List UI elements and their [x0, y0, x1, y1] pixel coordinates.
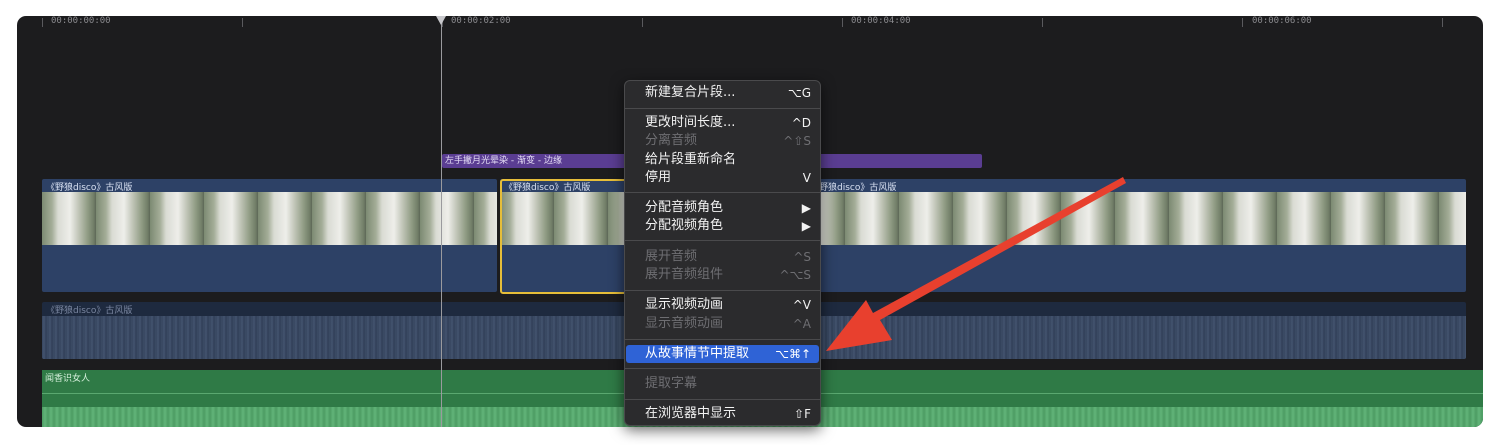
menu-item-label: 停用 — [645, 170, 672, 185]
menu-item-disable[interactable]: 停用 V — [625, 169, 820, 187]
timecode-label: 00:00:02:00 — [451, 16, 511, 26]
menu-item-label: 提取字幕 — [645, 376, 698, 391]
menu-item-shortcut: V — [802, 171, 811, 185]
ruler-tick — [242, 18, 243, 27]
menu-item-extract-captions: 提取字幕 — [625, 375, 820, 393]
menu-item-new-compound-clip[interactable]: 新建复合片段... ⌥G — [625, 84, 820, 102]
timecode-label: 00:00:06:00 — [1252, 16, 1312, 26]
menu-item-label: 展开音频 — [645, 249, 698, 264]
menu-item-label: 展开音频组件 — [645, 267, 724, 282]
timeline-ruler[interactable]: 00:00:00:00 00:00:02:00 00:00:04:00 00:0… — [17, 16, 1483, 30]
ruler-tick — [42, 18, 43, 27]
timecode-label: 00:00:00:00 — [51, 16, 111, 26]
menu-item-reveal-in-browser[interactable]: 在浏览器中显示 ⇧F — [625, 405, 820, 423]
menu-separator — [625, 368, 820, 369]
menu-item-shortcut: ^A — [792, 317, 811, 331]
menu-separator — [625, 108, 820, 109]
menu-item-shortcut: ⌥⌘↑ — [775, 347, 811, 361]
context-menu: 新建复合片段... ⌥G 更改时间长度... ^D 分离音频 ^⇧S 给片段重新… — [624, 80, 821, 426]
menu-item-detach-audio: 分离音频 ^⇧S — [625, 132, 820, 150]
menu-item-label: 分配音频角色 — [645, 200, 724, 215]
menu-item-label: 给片段重新命名 — [645, 152, 737, 167]
menu-item-expand-audio-components: 展开音频组件 ^⌥S — [625, 266, 820, 284]
menu-separator — [625, 192, 820, 193]
menu-item-label: 从故事情节中提取 — [645, 346, 750, 361]
menu-item-label: 分离音频 — [645, 133, 698, 148]
menu-item-expand-audio: 展开音频 ^S — [625, 248, 820, 266]
timecode-label: 00:00:04:00 — [851, 16, 911, 26]
menu-item-shortcut: ^S — [793, 250, 811, 264]
menu-item-shortcut: ^V — [792, 298, 811, 312]
menu-item-label: 显示视频动画 — [645, 297, 724, 312]
ruler-tick — [1042, 18, 1043, 27]
menu-item-show-video-animation[interactable]: 显示视频动画 ^V — [625, 296, 820, 314]
playhead[interactable] — [441, 16, 442, 427]
audio-clip-label: 《野狼disco》古风版 — [46, 306, 133, 316]
menu-item-shortcut: ^⌥S — [779, 268, 812, 282]
music-clip-label: 闻香识女人 — [45, 374, 91, 384]
ruler-tick — [642, 18, 643, 27]
menu-item-assign-audio-role[interactable]: 分配音频角色 ▶ — [625, 199, 820, 217]
menu-item-show-audio-animation: 显示音频动画 ^A — [625, 315, 820, 333]
menu-item-label: 分配视频角色 — [645, 218, 724, 233]
menu-separator — [625, 240, 820, 241]
video-thumbnails — [42, 192, 497, 245]
menu-item-shortcut: ^D — [791, 116, 811, 130]
clip-selection-outline — [500, 179, 630, 294]
menu-item-shortcut: ⇧F — [794, 407, 811, 421]
submenu-arrow-icon: ▶ — [801, 219, 811, 233]
menu-item-label: 新建复合片段... — [645, 85, 736, 100]
menu-item-change-duration[interactable]: 更改时间长度... ^D — [625, 114, 820, 132]
ruler-tick — [1242, 18, 1243, 27]
menu-separator — [625, 339, 820, 340]
submenu-arrow-icon: ▶ — [801, 201, 811, 215]
menu-item-label: 显示音频动画 — [645, 316, 724, 331]
menu-item-rename-clip[interactable]: 给片段重新命名 — [625, 151, 820, 169]
menu-separator — [625, 290, 820, 291]
menu-item-lift-from-storyline[interactable]: 从故事情节中提取 ⌥⌘↑ — [626, 345, 819, 363]
menu-item-label: 在浏览器中显示 — [645, 406, 737, 421]
playhead-handle[interactable] — [436, 16, 446, 25]
title-clip-label: 左手撇月光晕染 - 渐变 - 边缘 — [445, 156, 562, 166]
menu-separator — [625, 399, 820, 400]
menu-item-shortcut: ^⇧S — [783, 134, 811, 148]
menu-item-assign-video-role[interactable]: 分配视频角色 ▶ — [625, 217, 820, 235]
ruler-tick — [1442, 18, 1443, 27]
menu-item-label: 更改时间长度... — [645, 115, 736, 130]
video-clip[interactable]: 《野狼disco》古风版 — [42, 179, 497, 292]
ruler-tick — [842, 18, 843, 27]
menu-item-shortcut: ⌥G — [787, 86, 811, 100]
